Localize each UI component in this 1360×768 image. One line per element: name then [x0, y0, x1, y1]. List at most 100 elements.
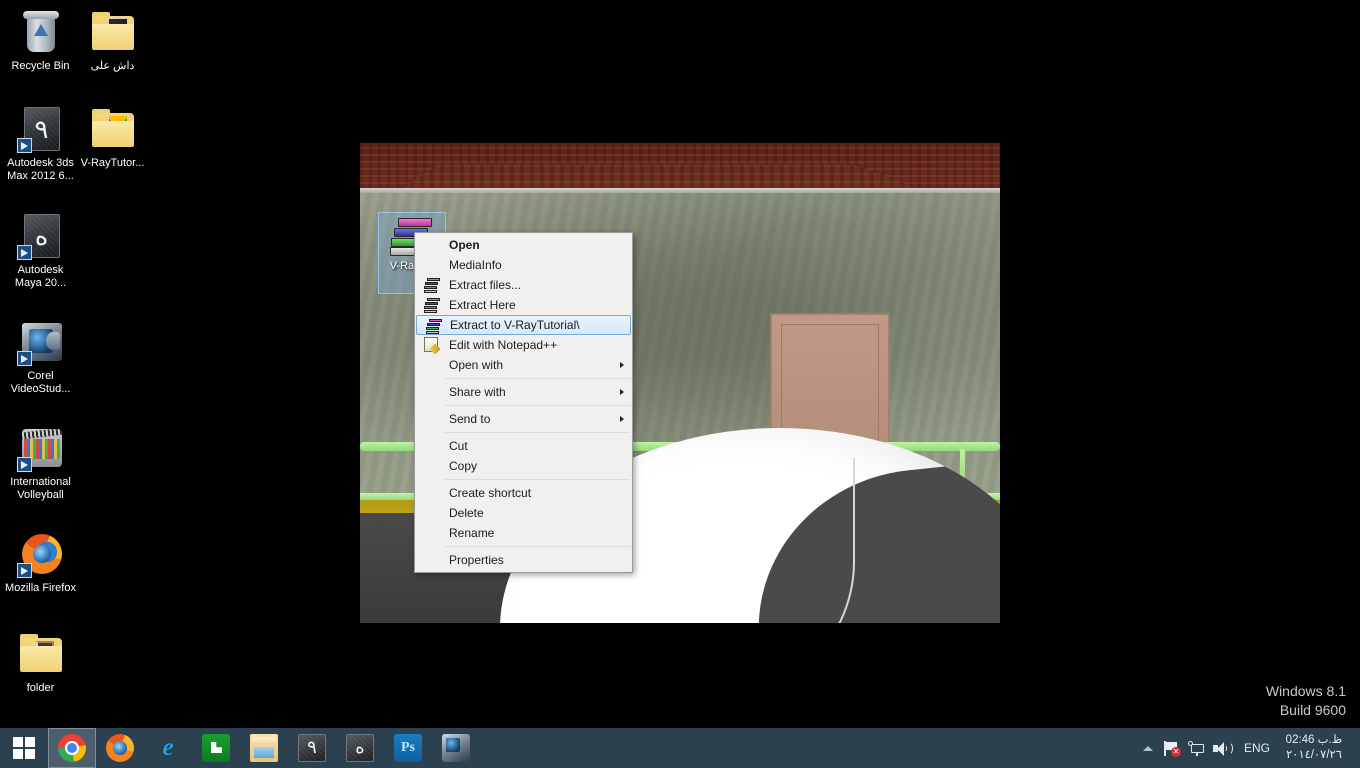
- folder-icon: [89, 8, 137, 56]
- menu-separator: [445, 378, 630, 379]
- clock-time: 02:46 ظ.ب: [1285, 734, 1343, 746]
- menu-item-open-with[interactable]: Open with: [415, 355, 632, 375]
- desktop-icon-label: Corel VideoStud...: [10, 370, 71, 395]
- folder-icon: [89, 105, 137, 153]
- clock[interactable]: 02:46 ظ.ب ٢٠١٤/٠٧/٢٦: [1280, 733, 1354, 763]
- menu-item-open[interactable]: Open: [415, 235, 632, 255]
- taskbar-button-corel-videostudio[interactable]: [432, 728, 480, 768]
- chevron-right-icon: [620, 415, 624, 422]
- desktop-icon-dash-ali-folder[interactable]: داش على: [75, 8, 150, 73]
- taskbar-button-internet-explorer[interactable]: e: [144, 728, 192, 768]
- chevron-right-icon: [620, 388, 624, 395]
- menu-item-label: Extract to V-RayTutorial\: [450, 318, 580, 332]
- menu-item-delete[interactable]: Delete: [415, 503, 632, 523]
- desktop-icon-label: International Volleyball: [10, 476, 71, 501]
- shortcut-arrow-icon: [16, 351, 32, 366]
- taskbar-button-chrome[interactable]: [48, 728, 96, 768]
- photoshop-icon: Ps: [394, 734, 422, 762]
- taskbar-button-store[interactable]: [192, 728, 240, 768]
- action-center-button[interactable]: ✕: [1159, 728, 1184, 768]
- chrome-icon: [58, 734, 86, 762]
- context-menu[interactable]: Open MediaInfo Extract files... Extract …: [414, 232, 633, 573]
- network-icon: [1187, 740, 1205, 756]
- taskbar-button-maya[interactable]: ه: [336, 728, 384, 768]
- menu-item-label: Open: [449, 238, 480, 252]
- menu-item-send-to[interactable]: Send to: [415, 409, 632, 429]
- desktop-icon-maya[interactable]: ه Autodesk Maya 20...: [3, 212, 78, 290]
- desktop-icon-corel-videostudio[interactable]: Corel VideoStud...: [3, 318, 78, 396]
- menu-item-extract-here[interactable]: Extract Here: [415, 295, 632, 315]
- menu-item-label: Delete: [449, 506, 484, 520]
- action-center-flag-icon: ✕: [1163, 740, 1181, 757]
- desktop[interactable]: Recycle Bin داش على ٩ Autodesk 3ds Max 2…: [0, 0, 1360, 768]
- menu-item-edit-with-notepadpp[interactable]: Edit with Notepad++: [415, 335, 632, 355]
- volume-button[interactable]: [1209, 728, 1234, 768]
- desktop-icon-vray-tutorial-folder[interactable]: V-RayTutor...: [75, 105, 150, 170]
- shortcut-arrow-icon: [16, 138, 32, 153]
- show-hidden-icons-button[interactable]: [1137, 728, 1159, 768]
- menu-item-label: Copy: [449, 459, 478, 473]
- winrar-icon: [426, 319, 442, 334]
- menu-separator: [445, 546, 630, 547]
- language-indicator[interactable]: ENG: [1234, 741, 1280, 755]
- taskbar[interactable]: e ٩ ه Ps ✕ ENG 02:46 ظ.ب ٢٠١٤/٠٧/٢٦: [0, 728, 1360, 768]
- desktop-icon-label: Autodesk 3ds Max 2012 6...: [7, 157, 74, 182]
- desktop-icon-3ds-max[interactable]: ٩ Autodesk 3ds Max 2012 6...: [3, 105, 78, 183]
- watermark-line-1: Windows 8.1: [1265, 683, 1346, 699]
- winrar-icon: [424, 298, 440, 313]
- menu-item-rename[interactable]: Rename: [415, 523, 632, 543]
- desktop-icon-international-volleyball[interactable]: International Volleyball: [3, 424, 78, 502]
- desktop-icon-label: V-RayTutor...: [80, 157, 145, 169]
- taskbar-button-firefox[interactable]: [96, 728, 144, 768]
- menu-item-create-shortcut[interactable]: Create shortcut: [415, 483, 632, 503]
- menu-item-label: Extract Here: [449, 298, 516, 312]
- store-icon: [202, 734, 230, 762]
- system-tray: ✕ ENG 02:46 ظ.ب ٢٠١٤/٠٧/٢٦: [1137, 728, 1360, 768]
- recycle-bin-icon: [17, 8, 65, 56]
- winrar-icon: [424, 278, 440, 293]
- taskbar-button-file-explorer[interactable]: [240, 728, 288, 768]
- taskbar-button-3ds-max[interactable]: ٩: [288, 728, 336, 768]
- desktop-icon-label: folder: [26, 682, 55, 694]
- windows-logo-icon: [13, 737, 35, 759]
- clock-date: ٢٠١٤/٠٧/٢٦: [1286, 749, 1342, 761]
- menu-item-label: Share with: [449, 385, 506, 399]
- menu-item-extract-files[interactable]: Extract files...: [415, 275, 632, 295]
- autodesk-maya-icon: ه: [346, 734, 374, 762]
- menu-item-label: Extract files...: [449, 278, 522, 292]
- firefox-icon: [106, 734, 134, 762]
- menu-item-copy[interactable]: Copy: [415, 456, 632, 476]
- start-button[interactable]: [0, 728, 48, 768]
- autodesk-3ds-max-icon: ٩: [16, 105, 65, 153]
- desktop-icon-label: Recycle Bin: [11, 60, 70, 72]
- desktop-icon-folder[interactable]: folder: [3, 630, 78, 695]
- watermark-line-2: Build 9600: [1279, 702, 1346, 718]
- corel-videostudio-icon: [442, 734, 470, 762]
- desktop-icon-recycle-bin[interactable]: Recycle Bin: [3, 8, 78, 73]
- international-volleyball-icon: [16, 424, 65, 472]
- desktop-icon-label: Mozilla Firefox: [5, 582, 76, 594]
- menu-item-properties[interactable]: Properties: [415, 550, 632, 570]
- menu-item-label: Edit with Notepad++: [449, 338, 558, 352]
- menu-separator: [445, 405, 630, 406]
- desktop-icon-label: Autodesk Maya 20...: [14, 264, 67, 289]
- folder-open-icon: [17, 630, 65, 678]
- network-button[interactable]: [1184, 728, 1209, 768]
- desktop-icon-label: داش على: [90, 60, 135, 72]
- notepadpp-icon: [424, 337, 438, 352]
- menu-item-extract-to-folder[interactable]: Extract to V-RayTutorial\: [416, 315, 631, 335]
- menu-item-label: Rename: [449, 526, 495, 540]
- menu-item-label: Cut: [449, 439, 468, 453]
- autodesk-maya-icon: ه: [16, 212, 65, 260]
- volume-icon: [1212, 741, 1233, 756]
- menu-item-mediainfo[interactable]: MediaInfo: [415, 255, 632, 275]
- taskbar-button-photoshop[interactable]: Ps: [384, 728, 432, 768]
- shortcut-arrow-icon: [16, 245, 32, 260]
- menu-item-cut[interactable]: Cut: [415, 436, 632, 456]
- menu-separator: [445, 432, 630, 433]
- desktop-icon-mozilla-firefox[interactable]: Mozilla Firefox: [3, 530, 78, 595]
- file-explorer-icon: [250, 734, 278, 762]
- taskbar-buttons: e ٩ ه Ps: [48, 728, 480, 768]
- menu-item-label: Open with: [449, 358, 504, 372]
- menu-item-share-with[interactable]: Share with: [415, 382, 632, 402]
